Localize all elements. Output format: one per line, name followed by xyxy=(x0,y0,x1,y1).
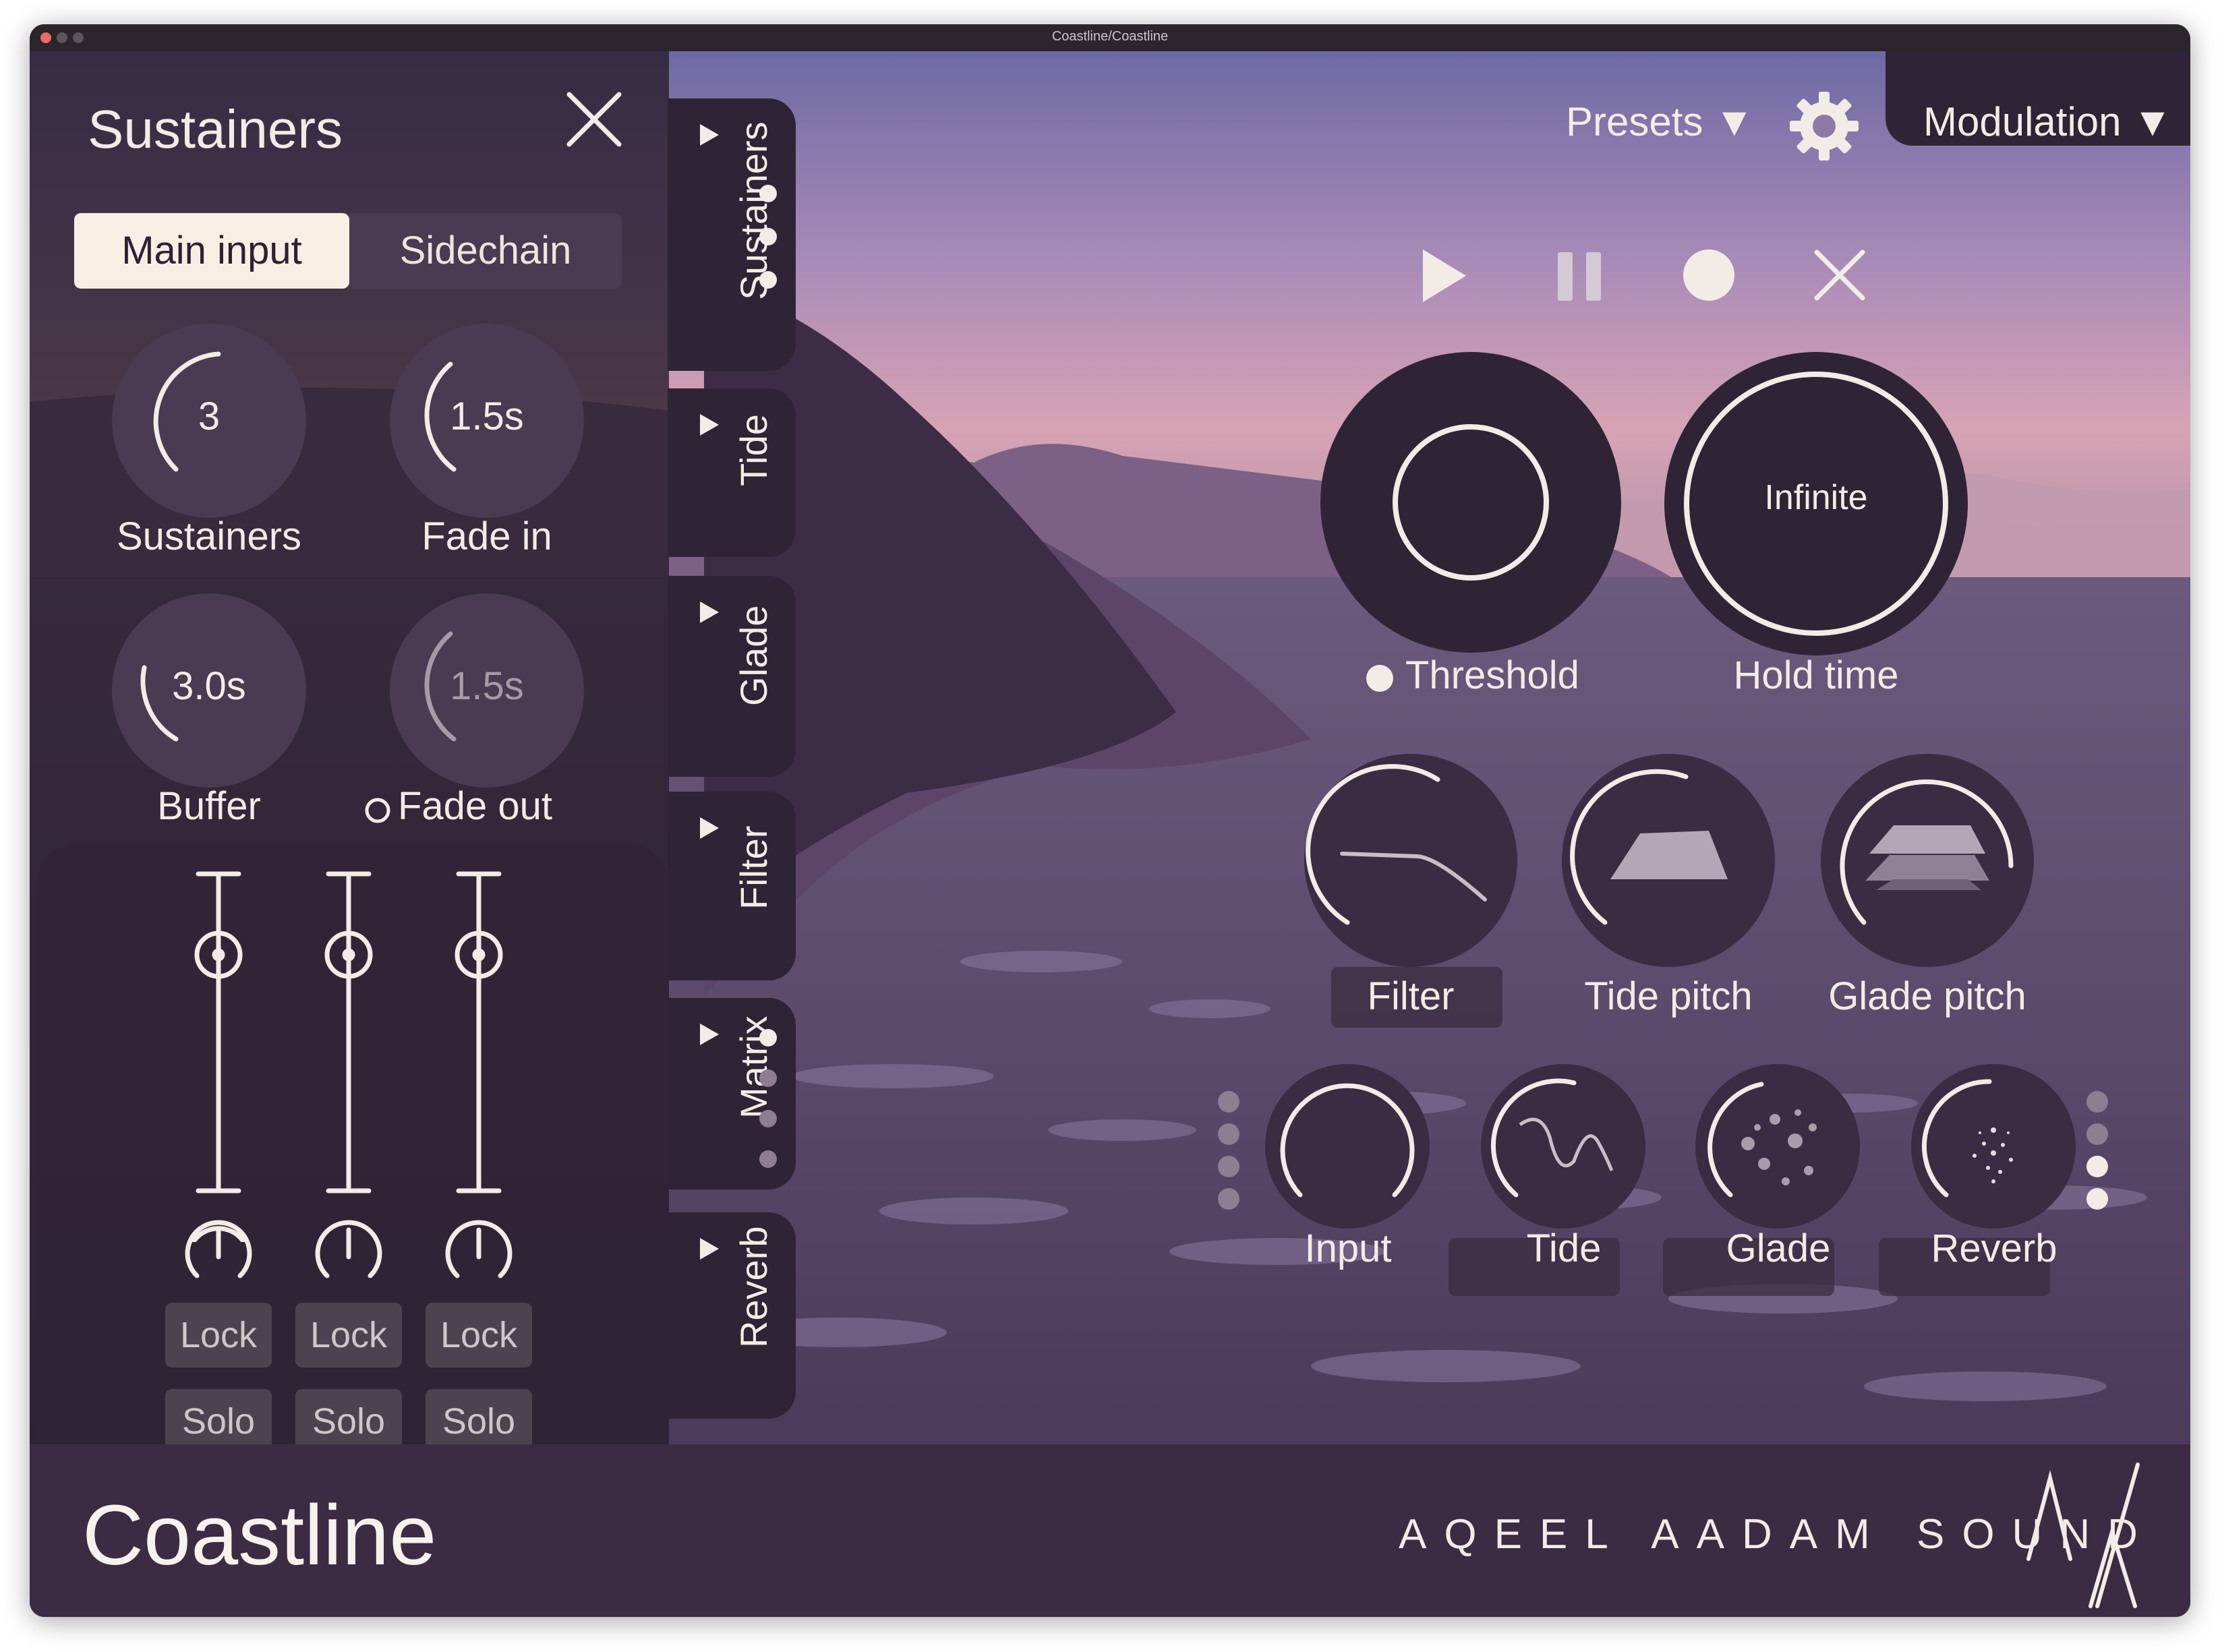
lock-button-2[interactable]: Lock xyxy=(295,1303,402,1367)
tide-label: Tide xyxy=(1526,1227,1602,1270)
page-dot[interactable] xyxy=(2086,1123,2108,1145)
fade-out-label: Fade out xyxy=(398,784,552,828)
solo-button-3[interactable]: Solo xyxy=(426,1389,532,1444)
record-icon[interactable] xyxy=(1681,247,1737,303)
expand-arrow-icon xyxy=(700,1024,719,1045)
page-dot[interactable] xyxy=(759,185,777,202)
page-dot[interactable] xyxy=(1218,1156,1239,1177)
chevron-down-icon: ▼ xyxy=(2132,99,2173,144)
expand-arrow-icon xyxy=(700,414,719,436)
fade-out-value: 1.5s xyxy=(450,664,524,708)
tab-filter-label: Filter xyxy=(732,825,775,910)
filter-knob[interactable] xyxy=(1303,753,1519,968)
product-name: Coastline xyxy=(82,1487,437,1583)
input-knob[interactable] xyxy=(1264,1063,1431,1230)
sustainers-knob[interactable]: 3 xyxy=(112,324,306,518)
pause-icon[interactable] xyxy=(1555,249,1604,303)
modulation-indicator-icon[interactable] xyxy=(363,796,392,825)
tide-pitch-knob[interactable] xyxy=(1560,753,1776,968)
filter-label: Filter xyxy=(1367,974,1455,1018)
page-dot[interactable] xyxy=(2086,1156,2108,1177)
voice-channels: Lock Lock Lock Solo Solo Solo xyxy=(36,844,669,1444)
tab-tide-label: Tide xyxy=(732,414,775,486)
tab-tide[interactable]: Tide xyxy=(668,388,796,557)
threshold-label: Threshold xyxy=(1405,653,1579,697)
plugin-window: Coastline/Coastline Sustainers Main inpu… xyxy=(30,24,2190,1617)
page-dot[interactable] xyxy=(759,1029,777,1046)
page-dot[interactable] xyxy=(1218,1091,1239,1113)
fade-in-knob[interactable]: 1.5s xyxy=(390,324,584,518)
hold-time-label: Hold time xyxy=(1733,653,1899,697)
brand-logo-icon xyxy=(2026,1463,2140,1608)
solo-button-2[interactable]: Solo xyxy=(295,1389,402,1444)
solo-button-1[interactable]: Solo xyxy=(165,1389,272,1444)
glade-knob[interactable] xyxy=(1694,1063,1861,1230)
modulation-label: Modulation xyxy=(1923,99,2122,144)
fade-out-knob[interactable]: 1.5s xyxy=(390,593,584,788)
presets-label: Presets xyxy=(1566,99,1703,144)
buffer-value: 3.0s xyxy=(172,664,246,708)
footer: Coastline AQEEL AADAM SOUND xyxy=(30,1444,2190,1617)
tab-glade[interactable]: Glade xyxy=(668,576,796,777)
main-input-tab[interactable]: Main input xyxy=(74,213,349,289)
reverb-knob[interactable] xyxy=(1910,1063,2077,1230)
page-dot[interactable] xyxy=(759,1150,777,1168)
modulation-indicator-icon[interactable] xyxy=(1365,663,1395,693)
buffer-label: Buffer xyxy=(157,784,261,828)
tide-knob[interactable] xyxy=(1480,1063,1647,1230)
glade-label: Glade xyxy=(1726,1227,1831,1270)
lock-button-3[interactable]: Lock xyxy=(426,1303,532,1367)
expand-arrow-icon xyxy=(700,601,719,623)
page-dot[interactable] xyxy=(2086,1091,2108,1113)
sidechain-tab[interactable]: Sidechain xyxy=(349,213,622,289)
clear-icon[interactable] xyxy=(1811,247,1868,303)
page-dot[interactable] xyxy=(1218,1123,1239,1145)
tab-reverb-label: Reverb xyxy=(732,1226,775,1348)
page-dot[interactable] xyxy=(759,1110,777,1127)
fade-in-value: 1.5s xyxy=(450,394,524,438)
window-title: Coastline/Coastline xyxy=(1051,29,1169,44)
page-dot[interactable] xyxy=(2086,1188,2108,1210)
sustainers-panel: Sustainers Main input Sidechain 3 Sustai… xyxy=(30,51,669,1444)
sustainers-value: 3 xyxy=(198,394,221,438)
tide-pitch-label: Tide pitch xyxy=(1584,974,1753,1018)
page-dot[interactable] xyxy=(759,1069,777,1087)
page-dot[interactable] xyxy=(1218,1188,1239,1210)
tab-reverb[interactable]: Reverb xyxy=(668,1212,796,1419)
plugin-stage: Sustainers Main input Sidechain 3 Sustai… xyxy=(30,51,2190,1444)
expand-arrow-icon xyxy=(700,1238,719,1260)
play-icon[interactable] xyxy=(1419,247,1470,305)
tab-filter[interactable]: Filter xyxy=(668,792,796,980)
reverb-label: Reverb xyxy=(1931,1227,2057,1270)
expand-arrow-icon xyxy=(700,124,719,146)
buffer-knob[interactable]: 3.0s xyxy=(112,593,306,788)
hold-time-value: Infinite xyxy=(1764,478,1868,517)
threshold-knob[interactable] xyxy=(1320,352,1621,653)
page-dot[interactable] xyxy=(759,271,777,289)
chevron-down-icon: ▼ xyxy=(1714,99,1755,144)
glade-pitch-knob[interactable] xyxy=(1819,753,2035,968)
lock-button-1[interactable]: Lock xyxy=(165,1303,272,1367)
presets-dropdown[interactable]: Presets ▼ xyxy=(1566,98,1754,145)
gear-icon[interactable] xyxy=(1787,89,1861,163)
page-dot[interactable] xyxy=(759,228,777,245)
modulation-dropdown[interactable]: Modulation ▼ xyxy=(1923,98,2173,145)
glade-pitch-label: Glade pitch xyxy=(1828,974,2026,1018)
fade-in-label: Fade in xyxy=(421,514,552,558)
tab-glade-label: Glade xyxy=(732,605,775,706)
close-icon[interactable] xyxy=(564,89,624,150)
expand-arrow-icon xyxy=(700,817,719,839)
pan-knob-icons[interactable] xyxy=(36,844,669,1316)
panel-title: Sustainers xyxy=(88,99,343,159)
title-bar: Coastline/Coastline xyxy=(30,24,2190,52)
input-label: Input xyxy=(1304,1227,1392,1270)
sustainers-label: Sustainers xyxy=(116,514,302,558)
